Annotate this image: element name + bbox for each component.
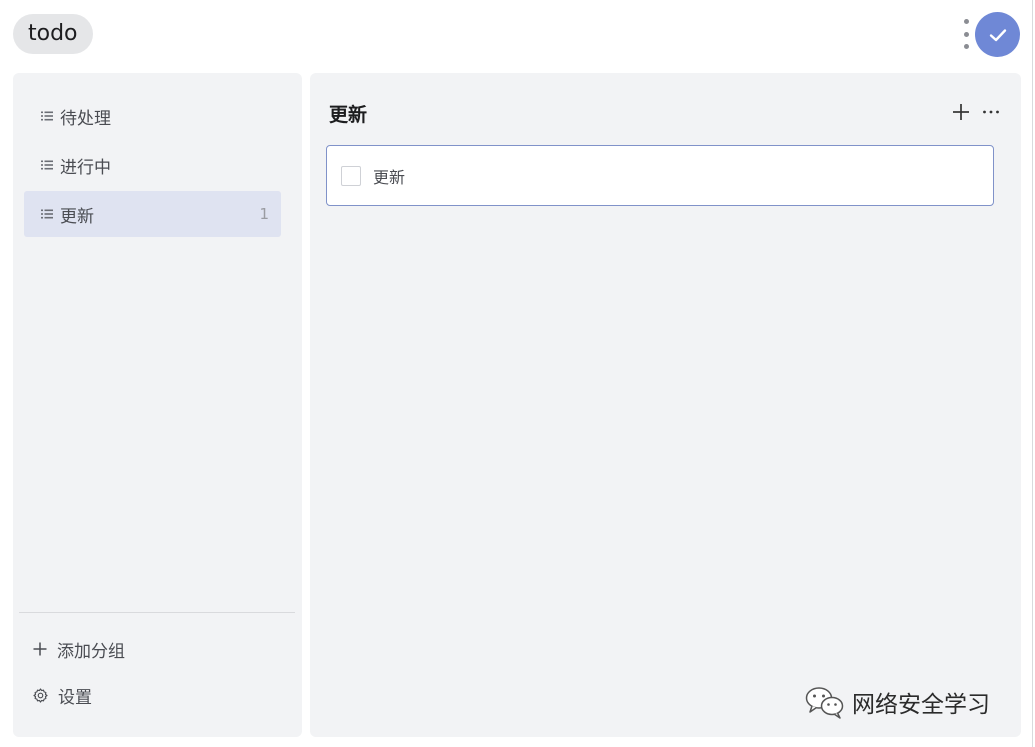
todo-app: todo 待处理 进行中 更新 1 添加分组 设置 更新 更新 网络安全学习 <box>0 0 1035 747</box>
sidebar-item-label: 更新 <box>60 206 94 227</box>
plus-icon <box>953 104 969 120</box>
watermark: 网络安全学习 <box>804 684 990 720</box>
wechat-icon <box>805 687 844 719</box>
check-avatar-button[interactable] <box>975 12 1020 57</box>
add-group-button[interactable]: 添加分组 <box>32 636 125 662</box>
kebab-dot <box>963 44 969 49</box>
more-horizontal-button[interactable] <box>980 101 1002 123</box>
task-item[interactable]: 更新 <box>326 145 994 206</box>
task-label: 更新 <box>373 167 406 187</box>
sidebar: 待处理 进行中 更新 1 添加分组 设置 <box>13 73 302 737</box>
sidebar-item-update[interactable]: 更新 1 <box>24 191 281 237</box>
sidebar-item-in-progress[interactable]: 进行中 <box>24 142 281 188</box>
sidebar-item-count: 1 <box>259 205 269 223</box>
gear-icon <box>33 687 48 703</box>
more-horizontal-icon <box>983 110 999 114</box>
add-group-label: 添加分组 <box>57 641 125 662</box>
plus-icon <box>33 642 47 656</box>
window-edge <box>1032 0 1033 747</box>
list-icon <box>41 209 53 219</box>
sidebar-item-label: 待处理 <box>60 108 111 129</box>
settings-label: 设置 <box>58 687 92 708</box>
sidebar-item-label: 进行中 <box>60 157 111 178</box>
checkmark-icon <box>989 28 1006 41</box>
sidebar-divider <box>19 612 295 613</box>
kebab-dot <box>963 31 969 37</box>
page-title: 更新 <box>329 104 368 126</box>
kebab-dot <box>963 19 969 24</box>
list-icon <box>41 111 53 121</box>
main-panel: 更新 更新 <box>310 73 1021 737</box>
settings-button[interactable]: 设置 <box>32 682 92 708</box>
add-task-button[interactable] <box>950 101 972 123</box>
task-checkbox[interactable] <box>341 165 361 186</box>
sidebar-item-pending[interactable]: 待处理 <box>24 93 281 139</box>
more-vertical-icon[interactable] <box>958 19 974 49</box>
list-icon <box>41 160 53 170</box>
app-title: todo <box>13 14 93 54</box>
watermark-text: 网络安全学习 <box>852 692 990 718</box>
